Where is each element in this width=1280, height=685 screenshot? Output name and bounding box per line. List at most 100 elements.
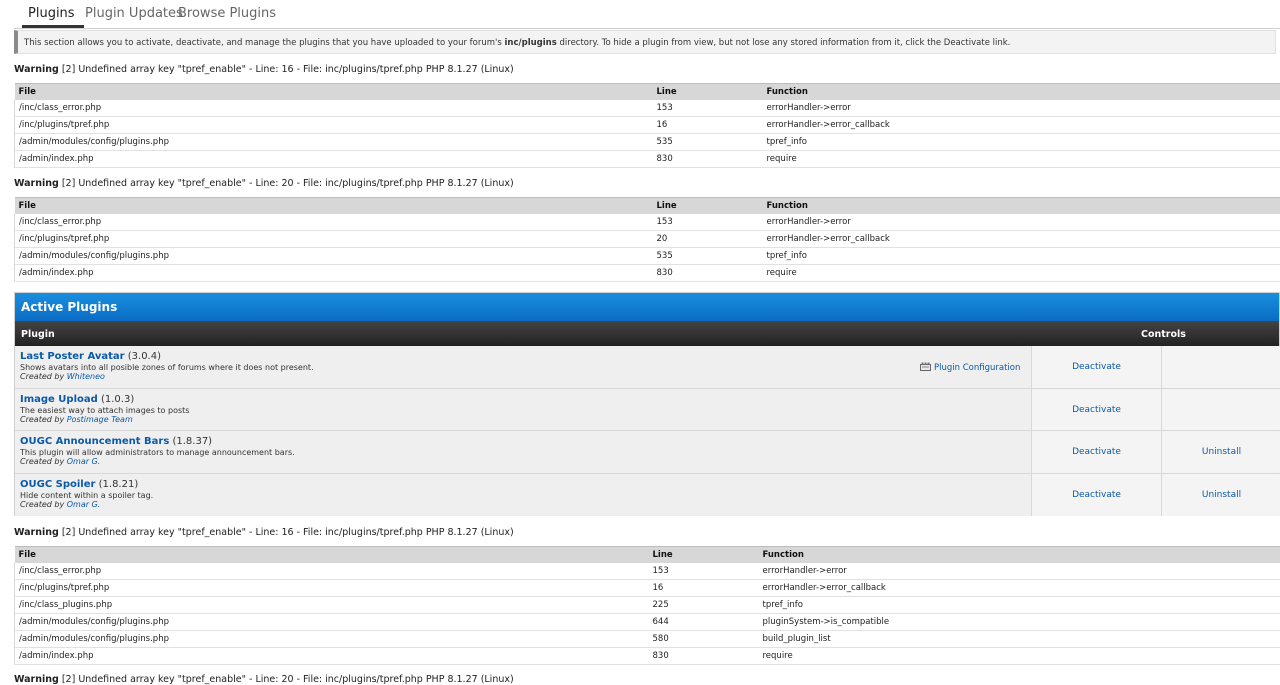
deactivate-link[interactable]: Deactivate [1031,346,1161,388]
plugin-author-link[interactable]: Postimage Team [67,415,133,424]
cell-function: tpref_info [763,248,1280,265]
warning-message: [2] Undefined array key "tpref_enable" -… [59,674,514,685]
cell-line: 830 [649,648,759,665]
cell-file: /inc/plugins/tpref.php [15,231,653,248]
cell-line: 535 [653,134,763,151]
col-plugin: Plugin [21,329,55,340]
cell-line: 153 [653,100,763,117]
panel-title: Active Plugins [15,293,1279,321]
plugin-author-link[interactable]: Omar G. [67,500,101,509]
created-by-label: Created by [20,500,67,509]
tab-plugins[interactable]: Plugins [28,6,75,21]
cell-line: 20 [653,231,763,248]
plugin-description: Shows avatars into all posible zones of … [20,363,1029,372]
plugin-author-link[interactable]: Omar G. [67,457,101,466]
plugin-description: This plugin will allow administrators to… [20,448,1029,457]
warning-label: Warning [14,178,59,189]
plugin-name-link[interactable]: Last Poster Avatar [20,351,125,362]
plugin-version: (3.0.4) [125,351,161,362]
plugin-name-link[interactable]: OUGC Announcement Bars [20,436,169,447]
cell-line: 644 [649,614,759,631]
uninstall-link[interactable]: Uninstall [1161,474,1280,517]
warning-label: Warning [14,674,59,685]
plugin-name-link[interactable]: Image Upload [20,394,98,405]
table-row: /inc/class_error.php153errorHandler->err… [15,100,1280,117]
tab-bar: Plugins Plugin Updates Browse Plugins [14,0,1280,29]
cell-file: /inc/class_error.php [15,214,653,231]
cell-function: errorHandler->error [759,563,1280,580]
tab-plugin-updates[interactable]: Plugin Updates [85,6,183,21]
cell-file: /admin/index.php [15,151,653,168]
cell-file: /inc/class_error.php [15,563,649,580]
col-file: File [15,547,649,564]
configuration-icon [920,362,931,371]
php-warning: Warning [2] Undefined array key "tpref_e… [14,674,514,685]
created-by-label: Created by [20,457,67,466]
cell-line: 153 [649,563,759,580]
backtrace-header-row: File Line Function [15,198,1280,215]
cell-file: /admin/modules/config/plugins.php [15,248,653,265]
cell-function: require [763,265,1280,282]
cell-file: /inc/class_plugins.php [15,597,649,614]
cell-file: /admin/modules/config/plugins.php [15,631,649,648]
created-by-label: Created by [20,415,67,424]
col-controls: Controls [1141,329,1186,340]
deactivate-link[interactable]: Deactivate [1031,431,1161,473]
col-file: File [15,198,653,215]
table-row: /admin/index.php830require [15,648,1280,665]
warning-message: [2] Undefined array key "tpref_enable" -… [59,178,514,189]
warning-message: [2] Undefined array key "tpref_enable" -… [59,527,514,538]
cell-line: 830 [653,151,763,168]
section-description: This section allows you to activate, dea… [14,30,1276,54]
plugin-author-link[interactable]: Whiteneo [67,372,105,381]
plugin-description: Hide content within a spoiler tag. [20,491,1029,500]
cell-function: tpref_info [759,597,1280,614]
tab-browse-plugins[interactable]: Browse Plugins [178,6,276,21]
plugin-row: OUGC Announcement Bars (1.8.37) This plu… [15,431,1279,474]
cell-function: build_plugin_list [759,631,1280,648]
cell-line: 16 [649,580,759,597]
col-line: Line [653,84,763,101]
plugin-version: (1.8.21) [95,479,138,490]
table-row: /inc/plugins/tpref.php16errorHandler->er… [15,580,1280,597]
cell-file: /inc/class_error.php [15,100,653,117]
cell-line: 580 [649,631,759,648]
php-warning: Warning [2] Undefined array key "tpref_e… [14,178,514,189]
uninstall-cell [1161,346,1280,388]
cell-line: 225 [649,597,759,614]
panel-column-header: Plugin Controls [15,321,1279,346]
col-line: Line [649,547,759,564]
plugin-description: The easiest way to attach images to post… [20,406,1029,415]
deactivate-link[interactable]: Deactivate [1031,474,1161,517]
cell-function: pluginSystem->is_compatible [759,614,1280,631]
cell-line: 535 [653,248,763,265]
table-row: /admin/modules/config/plugins.php644plug… [15,614,1280,631]
plugin-row: Last Poster Avatar (3.0.4) Shows avatars… [15,346,1279,389]
cell-line: 153 [653,214,763,231]
cell-function: tpref_info [763,134,1280,151]
deactivate-link[interactable]: Deactivate [1031,389,1161,431]
plugin-name-link[interactable]: OUGC Spoiler [20,479,95,490]
table-row: /admin/modules/config/plugins.php535tpre… [15,134,1280,151]
description-text-before: This section allows you to activate, dea… [24,38,505,48]
cell-file: /admin/modules/config/plugins.php [15,134,653,151]
backtrace-header-row: File Line Function [15,547,1280,564]
active-plugins-panel: Active Plugins Plugin Controls Last Post… [14,292,1280,516]
php-warning: Warning [2] Undefined array key "tpref_e… [14,64,514,75]
backtrace-table: File Line Function /inc/class_error.php1… [14,83,1280,168]
table-row: /inc/class_error.php153errorHandler->err… [15,563,1280,580]
warning-message: [2] Undefined array key "tpref_enable" -… [59,64,514,75]
plugin-configuration-link[interactable]: Plugin Configuration [920,362,1020,373]
plugin-version: (1.0.3) [98,394,134,405]
uninstall-link[interactable]: Uninstall [1161,431,1280,473]
col-function: Function [759,547,1280,564]
cell-function: require [763,151,1280,168]
col-line: Line [653,198,763,215]
backtrace-table: File Line Function /inc/class_error.php1… [14,197,1280,282]
cell-file: /inc/plugins/tpref.php [15,580,649,597]
cell-function: errorHandler->error [763,100,1280,117]
php-warning: Warning [2] Undefined array key "tpref_e… [14,527,514,538]
cell-line: 16 [653,117,763,134]
col-function: Function [763,84,1280,101]
table-row: /admin/index.php830require [15,151,1280,168]
